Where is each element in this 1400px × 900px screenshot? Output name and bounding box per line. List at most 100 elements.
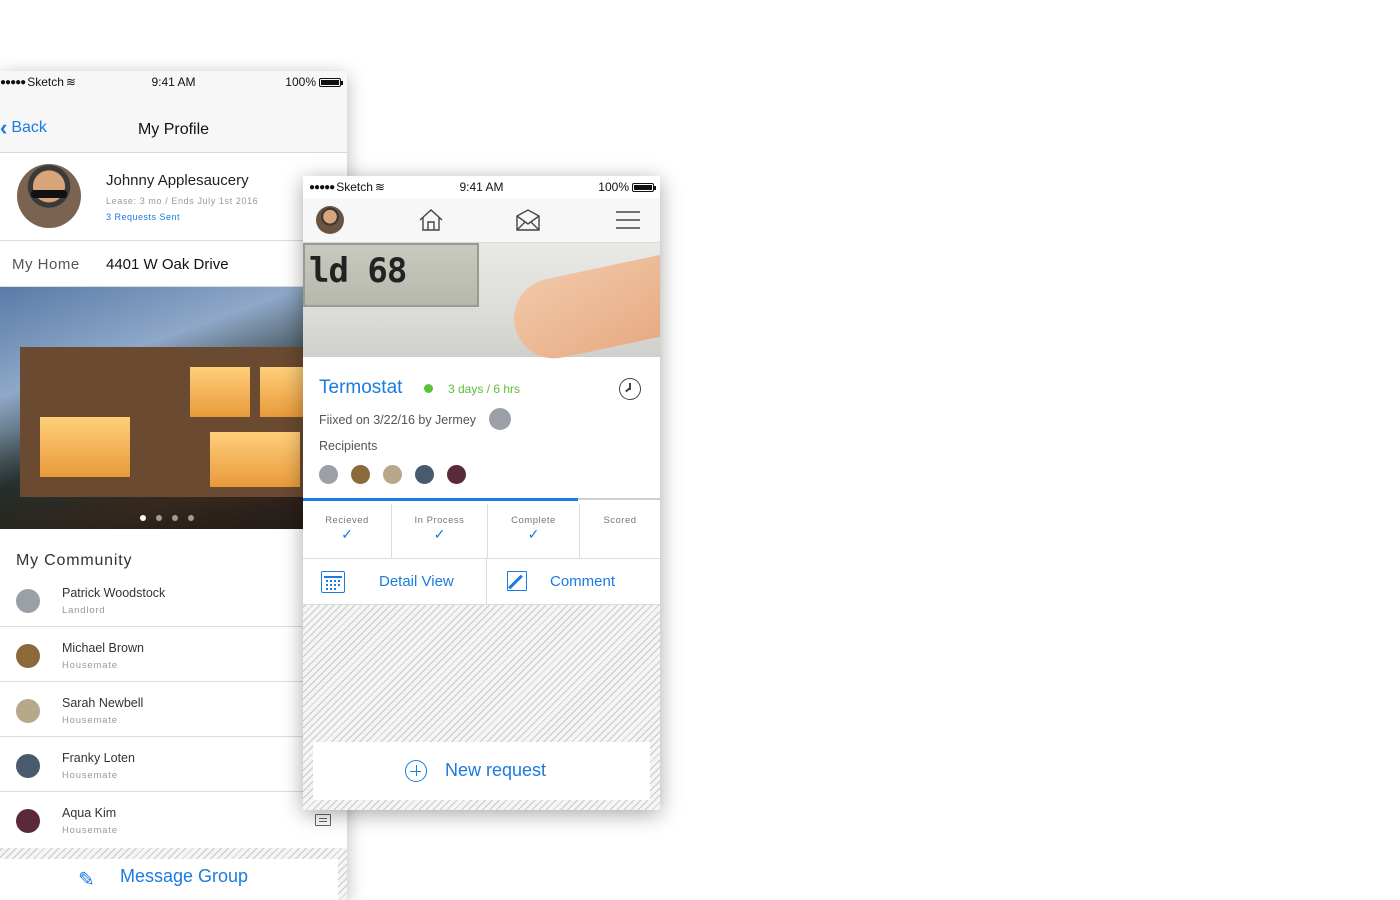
recipients-label: Recipients — [319, 439, 378, 453]
stage-received: Recieved ✓ — [303, 504, 392, 558]
new-request-label: New request — [445, 760, 547, 780]
stage-label: Recieved — [325, 515, 369, 526]
request-title: Termostat — [319, 377, 403, 398]
member-role: Housemate — [62, 770, 118, 781]
community-title: My Community — [16, 552, 133, 569]
status-time: 9:41 AM — [459, 180, 504, 194]
carousel-dots[interactable] — [140, 515, 194, 521]
lease-info: Lease: 3 mo / Ends July 1st 2016 — [106, 196, 259, 206]
home-address: 4401 W Oak Drive — [106, 256, 229, 273]
check-icon: ✓ — [527, 526, 540, 542]
battery-icon — [319, 77, 343, 87]
stage-in-process: In Process ✓ — [392, 504, 488, 558]
comment-button[interactable]: Comment — [487, 559, 660, 605]
carrier-label: Sketch — [336, 180, 373, 194]
profile-screen: ●●●●● Sketch ≋ 9:41 AM 100% ‹ Back My Pr… — [0, 71, 347, 900]
stage-scored: Scored — [580, 504, 660, 558]
avatar — [16, 754, 40, 778]
finger-illustration — [506, 252, 660, 366]
member-name: Aqua Kim — [62, 806, 117, 820]
request-screen: ●●●●● Sketch ≋ 9:41 AM 100% ld 68 Termos… — [303, 176, 660, 810]
member-role: Housemate — [62, 660, 118, 671]
fixed-info: Fiixed on 3/22/16 by Jermey — [319, 413, 477, 427]
user-name: Johnny Applesaucery — [106, 172, 249, 189]
stage-complete: Complete ✓ — [488, 504, 580, 558]
member-role: Housemate — [62, 715, 118, 726]
battery-icon — [632, 182, 656, 192]
nav-bar: ‹ Back My Profile — [0, 93, 347, 153]
battery-label: 100% — [285, 75, 316, 89]
list-item[interactable]: Sarah Newbell Housemate — [0, 682, 347, 737]
avatar — [17, 164, 81, 228]
wifi-icon: ≋ — [65, 75, 76, 89]
profile-header[interactable]: Johnny Applesaucery Lease: 3 mo / Ends J… — [0, 153, 347, 241]
detail-view-button[interactable]: Detail View — [303, 559, 487, 605]
elapsed-time: 3 days / 6 hrs — [448, 382, 521, 396]
avatar — [16, 589, 40, 613]
carousel-dot[interactable] — [188, 515, 194, 521]
page-title: My Profile — [137, 121, 210, 138]
list-item[interactable]: Michael Brown Housemate — [0, 627, 347, 682]
home-row[interactable]: My Home 4401 W Oak Drive — [0, 241, 347, 287]
member-name: Patrick Woodstock — [62, 586, 166, 600]
avatar — [16, 644, 40, 668]
detail-view-label: Detail View — [379, 573, 454, 590]
house-photo[interactable] — [0, 287, 347, 529]
recipient-avatar[interactable] — [383, 465, 402, 484]
stage-tracker: Recieved ✓ In Process ✓ Complete ✓ Score… — [303, 504, 660, 559]
tab-bar — [303, 198, 660, 243]
signal-icon: ●●●●● — [0, 76, 26, 88]
member-role: Landlord — [62, 605, 106, 616]
house-illustration — [20, 347, 320, 497]
thermostat-reading: ld 68 — [309, 251, 407, 291]
member-name: Sarah Newbell — [62, 696, 144, 710]
carousel-dot[interactable] — [156, 515, 162, 521]
progress-bar — [303, 498, 660, 501]
new-request-button[interactable]: New request — [313, 742, 650, 800]
edit-icon: ✎ — [78, 869, 95, 891]
comment-label: Comment — [550, 573, 616, 590]
carousel-dot[interactable] — [172, 515, 178, 521]
edit-icon — [507, 571, 527, 591]
message-group-button[interactable]: ✎ Message Group — [0, 859, 338, 900]
recipient-avatar[interactable] — [319, 465, 338, 484]
calendar-icon — [321, 571, 345, 593]
menu-icon[interactable] — [615, 208, 641, 232]
status-bar: ●●●●● Sketch ≋ 9:41 AM 100% — [0, 71, 347, 93]
battery-label: 100% — [598, 180, 629, 194]
member-role: Housemate — [62, 825, 118, 836]
member-name: Michael Brown — [62, 641, 144, 655]
avatar — [16, 809, 40, 833]
message-icon[interactable] — [315, 814, 331, 826]
avatar — [489, 408, 511, 430]
list-item[interactable]: Patrick Woodstock Landlord — [0, 572, 347, 627]
clock-icon[interactable] — [619, 378, 641, 400]
thermostat-display: ld 68 — [303, 243, 479, 307]
list-item[interactable]: Aqua Kim Housemate — [0, 792, 347, 847]
check-icon: ✓ — [433, 526, 446, 542]
wifi-icon: ≋ — [374, 180, 385, 194]
recipients-list — [319, 465, 466, 484]
recipient-avatar[interactable] — [415, 465, 434, 484]
profile-avatar-tab[interactable] — [316, 206, 344, 234]
list-item[interactable]: Franky Loten Housemate — [0, 737, 347, 792]
recipient-avatar[interactable] — [447, 465, 466, 484]
signal-icon: ●●●●● — [309, 181, 335, 193]
recipient-avatar[interactable] — [351, 465, 370, 484]
member-name: Franky Loten — [62, 751, 135, 765]
plus-circle-icon — [405, 760, 427, 782]
status-time: 9:41 AM — [151, 75, 196, 89]
requests-sent-link[interactable]: 3 Requests Sent — [106, 212, 180, 222]
mail-icon[interactable] — [515, 208, 541, 232]
home-label: My Home — [12, 256, 80, 273]
progress-fill — [303, 498, 578, 501]
stage-label: Scored — [603, 515, 637, 526]
carousel-dot[interactable] — [140, 515, 146, 521]
status-badge — [424, 384, 433, 393]
home-icon[interactable] — [418, 208, 444, 232]
stage-label: In Process — [414, 515, 465, 526]
check-icon: ✓ — [341, 526, 353, 542]
avatar — [16, 699, 40, 723]
status-bar: ●●●●● Sketch ≋ 9:41 AM 100% — [303, 176, 660, 198]
thermostat-photo: ld 68 — [303, 243, 660, 366]
